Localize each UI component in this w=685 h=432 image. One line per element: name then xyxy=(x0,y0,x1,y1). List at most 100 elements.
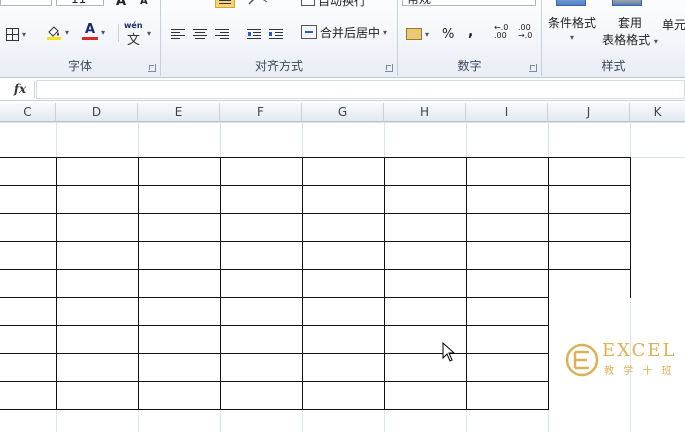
table-row xyxy=(0,241,631,270)
excel-watermark-logo: EXCEL 教 学 十 班 xyxy=(560,336,680,386)
chevron-down-icon: ▾ xyxy=(22,29,27,39)
column-header-d[interactable]: D xyxy=(56,103,138,122)
chevron-down-icon: ▾ xyxy=(147,28,152,38)
decrease-font-icon[interactable]: A xyxy=(140,0,148,7)
column-header-g[interactable]: G xyxy=(302,103,384,122)
increase-decimal-button[interactable]: ←.0.00 xyxy=(494,24,508,46)
font-dialog-launcher-icon[interactable] xyxy=(148,64,156,72)
font-size-value: 11 xyxy=(71,0,86,5)
font-group: 11 A A ▾ ▾ A ▾ wén xyxy=(0,0,160,78)
column-header-k[interactable]: K xyxy=(630,103,685,122)
increase-indent-icon xyxy=(269,28,283,40)
chevron-down-icon: ▾ xyxy=(653,37,658,46)
percent-label: % xyxy=(442,26,455,42)
number-format-dropdown[interactable]: 常规 xyxy=(402,0,536,6)
increase-decimal-icon: ←.0.00 xyxy=(494,23,509,40)
phonetic-button[interactable]: wén 文 ▾ xyxy=(124,20,152,48)
alignment-group: 自动换行 合并后居中 ▾ 对齐方式 xyxy=(161,0,397,78)
ribbon: 11 A A ▾ ▾ A ▾ wén xyxy=(0,0,685,78)
styles-group: 条件格式 ▾ 套用 表格格式 ▾ 单元 样式 xyxy=(542,0,685,78)
table-row xyxy=(0,353,630,382)
bordered-table xyxy=(0,157,631,410)
conditional-format-button[interactable]: 条件格式 ▾ xyxy=(548,14,596,46)
conditional-format-icon xyxy=(556,0,586,6)
fill-color-icon xyxy=(46,24,62,40)
font-name-dropdown[interactable] xyxy=(0,0,52,6)
column-header-i[interactable]: I xyxy=(466,103,548,122)
table-row xyxy=(0,325,630,354)
number-group: 常规 ▾ % , ←.0.00 .00→.0 数字 xyxy=(398,0,541,78)
column-header-c[interactable]: C xyxy=(0,103,56,122)
orientation-icon[interactable] xyxy=(247,0,269,6)
borders-button[interactable]: ▾ xyxy=(6,24,26,44)
align-center-icon xyxy=(193,28,207,40)
decrease-decimal-icon: .00 →.0 xyxy=(518,23,533,40)
logo-text: EXCEL xyxy=(602,340,677,361)
column-header-f[interactable]: F xyxy=(220,103,302,122)
format-as-table-button[interactable]: 套用 表格格式 ▾ xyxy=(600,14,660,47)
middle-align-active-icon[interactable] xyxy=(215,0,235,8)
chevron-down-icon: ▾ xyxy=(65,27,70,37)
fill-color-button[interactable]: ▾ xyxy=(46,22,69,42)
column-headers: C D E F G H I J K xyxy=(0,103,685,122)
table-row xyxy=(0,381,630,410)
font-color-icon: A xyxy=(82,23,98,40)
table-row xyxy=(0,185,631,214)
mouse-cursor-icon xyxy=(442,341,456,365)
decrease-decimal-button[interactable]: .00 →.0 xyxy=(518,24,532,46)
borders-icon xyxy=(6,27,19,41)
format-table-label-1: 套用 xyxy=(617,16,642,30)
table-row xyxy=(0,269,631,298)
format-table-label-2: 表格格式 xyxy=(602,33,651,47)
decrease-indent-icon xyxy=(247,28,261,40)
wrap-text-label: 自动换行 xyxy=(318,0,367,8)
table-row xyxy=(0,297,630,326)
merge-center-label: 合并后居中 xyxy=(320,25,381,40)
comma-label: , xyxy=(468,24,474,40)
increase-indent-button[interactable] xyxy=(269,24,283,44)
chevron-down-icon: ▾ xyxy=(569,33,574,42)
conditional-format-label: 条件格式 xyxy=(548,16,597,30)
font-color-button[interactable]: A ▾ xyxy=(82,22,105,42)
accounting-format-button[interactable]: ▾ xyxy=(406,24,429,44)
align-right-icon xyxy=(215,28,229,40)
column-header-h[interactable]: H xyxy=(384,103,466,122)
cell-styles-button[interactable]: 单元 xyxy=(662,14,685,34)
font-size-dropdown[interactable]: 11 xyxy=(56,0,104,6)
wrap-text-icon xyxy=(301,0,315,6)
alignment-dialog-launcher-icon[interactable] xyxy=(385,64,393,72)
insert-function-button[interactable]: fx xyxy=(8,81,32,98)
currency-icon xyxy=(406,28,422,40)
table-row xyxy=(0,213,631,242)
percent-button[interactable]: % xyxy=(442,24,454,44)
fx-label: fx xyxy=(13,82,27,96)
cell-styles-label: 单元 xyxy=(662,17,685,32)
align-right-button[interactable] xyxy=(215,24,229,44)
chevron-down-icon: ▾ xyxy=(425,29,430,39)
top-align-icon[interactable] xyxy=(195,0,215,6)
decrease-indent-button[interactable] xyxy=(247,24,261,44)
increase-font-icon[interactable]: A xyxy=(116,0,126,9)
number-dialog-launcher-icon[interactable] xyxy=(529,64,537,72)
comma-style-button[interactable]: , xyxy=(468,22,473,42)
styles-group-label: 样式 xyxy=(601,59,626,73)
column-header-j[interactable]: J xyxy=(548,103,630,122)
phonetic-icon: wén 文 xyxy=(124,21,143,48)
column-header-e[interactable]: E xyxy=(138,103,220,122)
number-group-label: 数字 xyxy=(457,59,482,73)
format-table-icon xyxy=(612,0,642,6)
formula-bar: fx xyxy=(0,79,685,101)
gridline xyxy=(0,122,685,123)
align-center-button[interactable] xyxy=(193,24,207,44)
divider xyxy=(118,24,119,42)
table-row xyxy=(0,157,631,186)
wrap-text-button[interactable]: 自动换行 xyxy=(301,0,366,10)
merge-center-icon xyxy=(301,25,317,39)
divider xyxy=(34,81,35,98)
number-format-value: 常规 xyxy=(407,0,431,5)
align-left-icon xyxy=(171,28,185,40)
merge-center-button[interactable]: 合并后居中 ▾ xyxy=(301,22,387,42)
formula-input[interactable] xyxy=(36,80,685,99)
align-left-button[interactable] xyxy=(171,24,185,44)
font-group-label: 字体 xyxy=(67,59,92,73)
